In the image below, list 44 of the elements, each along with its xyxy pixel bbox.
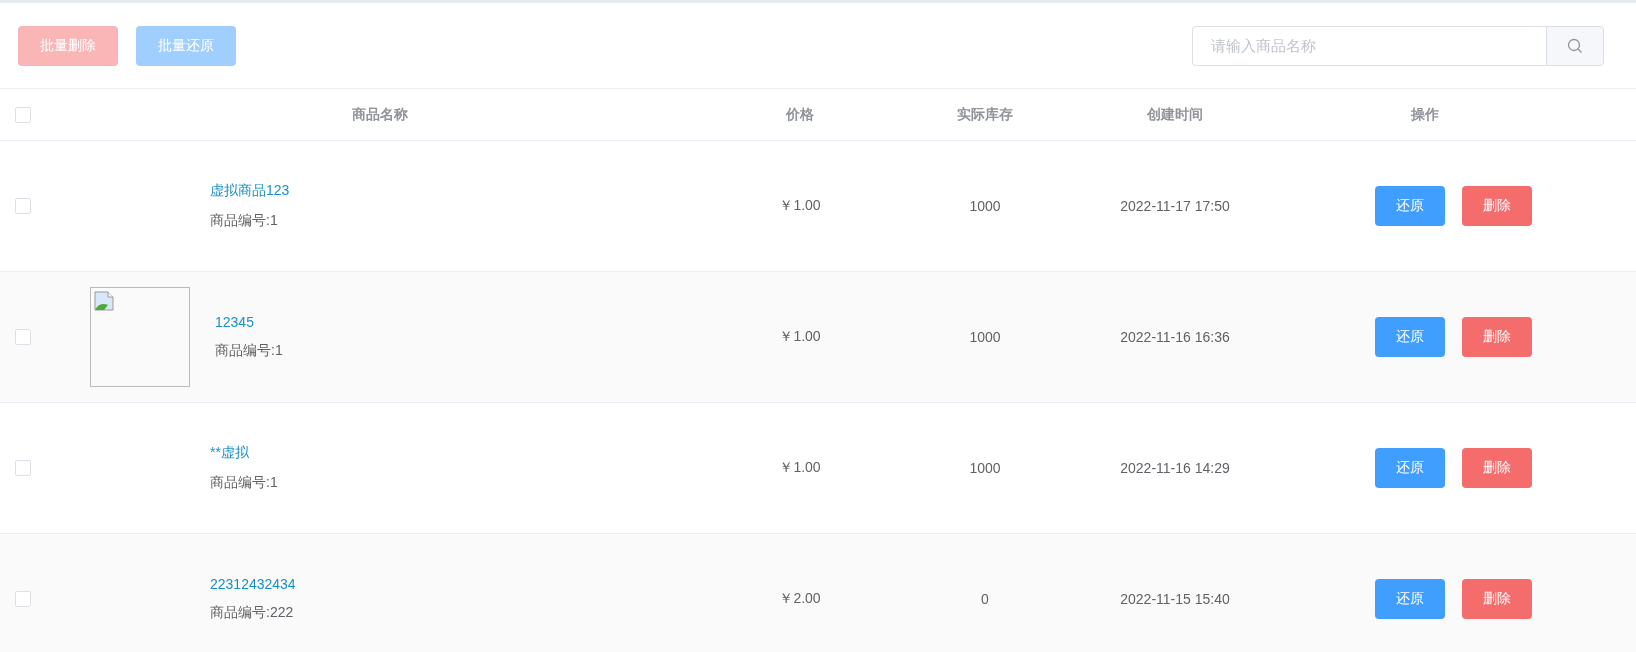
restore-button[interactable]: 还原: [1375, 186, 1445, 226]
product-code: 商品编号:1: [215, 342, 283, 360]
product-name-link[interactable]: 22312432434: [210, 576, 296, 592]
delete-button[interactable]: 删除: [1462, 448, 1532, 488]
restore-button[interactable]: 还原: [1375, 448, 1445, 488]
column-header: 商品名称: [352, 105, 408, 124]
row-checkbox[interactable]: [15, 329, 31, 345]
column-header: 实际库存: [957, 105, 1013, 124]
product-code: 商品编号:222: [210, 604, 295, 622]
table-row[interactable]: 12345 商品编号:1 ￥1.00 1000 2022-11-16 16:36 还原 删除: [0, 272, 1636, 403]
select-all-checkbox[interactable]: [15, 106, 31, 123]
stock-cell: 1000: [969, 460, 1001, 476]
delete-button[interactable]: 删除: [1462, 317, 1532, 357]
column-header: 创建时间: [1147, 105, 1203, 124]
product-code: 商品编号:1: [210, 212, 279, 230]
search-button[interactable]: [1546, 25, 1604, 66]
row-checkbox[interactable]: [15, 591, 31, 607]
stock-cell: 0: [981, 591, 989, 607]
row-checkbox[interactable]: [15, 460, 31, 476]
column-header: 价格: [786, 105, 814, 124]
table-row[interactable]: 22312432434 商品编号:222 ￥2.00 0 2022-11-15 15:40 还原 删除: [0, 534, 1636, 652]
created-time-cell: 2022-11-16 16:36: [1120, 329, 1230, 345]
created-time-cell: 2022-11-16 14:29: [1120, 460, 1230, 476]
delete-button[interactable]: 删除: [1462, 579, 1532, 619]
price-cell: ￥1.00: [779, 328, 821, 346]
created-time-cell: 2022-11-17 17:50: [1120, 198, 1230, 214]
column-header: 操作: [1411, 105, 1439, 124]
price-cell: ￥2.00: [779, 590, 821, 608]
search-field[interactable]: 请输入商品名称: [1192, 25, 1546, 66]
restore-button[interactable]: 还原: [1375, 317, 1445, 357]
product-name-link[interactable]: 虚拟商品123: [210, 182, 290, 200]
row-checkbox[interactable]: [15, 198, 31, 214]
restore-button[interactable]: 还原: [1375, 579, 1445, 619]
broken-image-icon: [94, 291, 114, 311]
delete-button[interactable]: 删除: [1462, 186, 1532, 226]
product-name-link[interactable]: **虚拟: [210, 444, 278, 462]
price-cell: ￥1.00: [779, 197, 821, 215]
stock-cell: 1000: [969, 198, 1001, 214]
product-code: 商品编号:1: [210, 474, 278, 492]
search-icon: [1567, 37, 1583, 54]
created-time-cell: 2022-11-15 15:40: [1120, 591, 1230, 607]
product-name-link[interactable]: 12345: [215, 314, 283, 330]
stock-cell: 1000: [969, 329, 1001, 345]
price-cell: ￥1.00: [779, 459, 821, 477]
